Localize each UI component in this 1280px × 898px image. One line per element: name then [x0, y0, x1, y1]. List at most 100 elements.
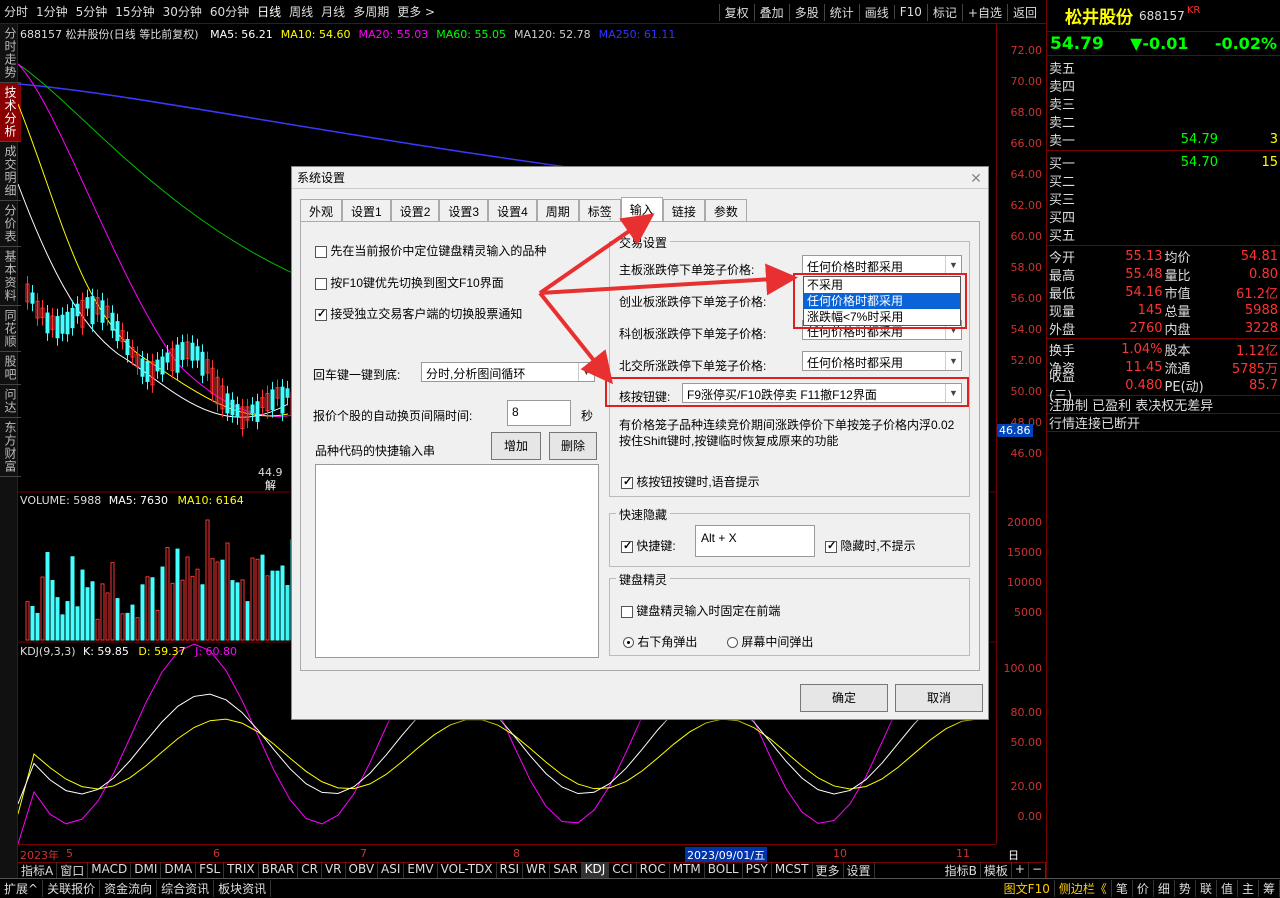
indicator-tab[interactable]: SAR: [550, 862, 582, 879]
close-icon[interactable]: ✕: [967, 169, 985, 187]
tab-3[interactable]: 设置3: [439, 199, 489, 221]
status-right-item[interactable]: 细: [1154, 880, 1175, 897]
status-item[interactable]: 综合资讯: [157, 880, 215, 897]
tab-4[interactable]: 设置4: [488, 199, 537, 221]
period-1[interactable]: 1分钟: [32, 3, 72, 20]
indicator-tab-right[interactable]: 模板: [981, 862, 1012, 879]
voice-option[interactable]: 核按钮按键时,语音提示: [621, 473, 760, 490]
period-9[interactable]: 多周期: [349, 3, 393, 20]
voice-checkbox[interactable]: [621, 475, 633, 489]
tab-1[interactable]: 设置1: [342, 199, 391, 221]
ok-button[interactable]: 确定: [800, 684, 888, 712]
wizard-bottom-right-option[interactable]: 右下角弹出: [623, 633, 697, 650]
tab-5[interactable]: 周期: [536, 199, 579, 221]
indicator-tab[interactable]: CR: [298, 862, 322, 879]
period-10[interactable]: 更多 >: [393, 3, 439, 20]
delete-button[interactable]: 删除: [549, 432, 597, 460]
indicator-tab[interactable]: 设置: [844, 862, 875, 879]
status-item[interactable]: 扩展^: [0, 880, 44, 897]
indicator-tab[interactable]: BRAR: [259, 862, 299, 879]
indicator-tab[interactable]: ASI: [378, 862, 405, 879]
tab-6[interactable]: 标签: [578, 199, 621, 221]
indicator-tab[interactable]: CCI: [609, 862, 637, 879]
period-6[interactable]: 日线: [253, 3, 285, 20]
indicator-tab[interactable]: KDJ: [581, 862, 610, 879]
add-button[interactable]: 增加: [491, 432, 541, 460]
indicator-tab[interactable]: MACD: [88, 862, 132, 879]
cancel-button[interactable]: 取消: [895, 684, 983, 712]
opt-notify-checkbox[interactable]: [315, 307, 327, 321]
indicator-tab[interactable]: MCST: [772, 862, 813, 879]
opt-notify[interactable]: 接受独立交易客户端的切换股票通知: [315, 305, 522, 322]
status-item[interactable]: 关联报价: [43, 880, 101, 897]
indicator-tab-right[interactable]: −: [1029, 862, 1046, 879]
indicator-tab[interactable]: OBV: [346, 862, 379, 879]
status-right-item[interactable]: 值: [1217, 880, 1238, 897]
no-prompt-option[interactable]: 隐藏时,不提示: [825, 537, 916, 554]
indicator-tab[interactable]: MTM: [670, 862, 705, 879]
status-right-item[interactable]: 图文F10: [1000, 880, 1055, 897]
indicator-tab[interactable]: WR: [523, 862, 551, 879]
status-item[interactable]: 板块资讯: [214, 880, 272, 897]
tool-3[interactable]: 统计: [823, 3, 859, 21]
wizard-bottom-right-radio[interactable]: [623, 637, 634, 649]
status-right-item[interactable]: 联: [1196, 880, 1217, 897]
period-2[interactable]: 5分钟: [72, 3, 112, 20]
period-7[interactable]: 周线: [285, 3, 317, 20]
indicator-tab-right[interactable]: +: [1012, 862, 1029, 879]
indicator-tab[interactable]: ROC: [637, 862, 670, 879]
indicator-tab[interactable]: 指标A: [18, 862, 58, 879]
period-4[interactable]: 30分钟: [159, 3, 206, 20]
indicator-tab[interactable]: PSY: [743, 862, 772, 879]
hide-hotkey-option[interactable]: 快捷键:: [621, 537, 676, 554]
tab-0[interactable]: 外观: [300, 199, 343, 221]
opt-locate[interactable]: 先在当前报价中定位键盘精灵输入的品种: [315, 242, 546, 259]
wizard-center-radio[interactable]: [727, 637, 738, 649]
tool-2[interactable]: 多股: [788, 3, 824, 21]
status-right-item[interactable]: 势: [1175, 880, 1196, 897]
opt-f10-checkbox[interactable]: [315, 277, 327, 290]
indicator-tab[interactable]: 更多: [813, 862, 844, 879]
period-5[interactable]: 60分钟: [206, 3, 253, 20]
status-right-item[interactable]: 价: [1133, 880, 1154, 897]
tool-5[interactable]: F10: [893, 5, 927, 19]
no-prompt-checkbox[interactable]: [825, 539, 837, 553]
wizard-center-option[interactable]: 屏幕中间弹出: [727, 633, 813, 650]
hide-hotkey-input[interactable]: Alt + X: [695, 525, 815, 557]
indicator-tab-right[interactable]: 指标B: [942, 862, 981, 879]
quick-input-list[interactable]: [315, 464, 599, 658]
period-8[interactable]: 月线: [317, 3, 349, 20]
bj-select[interactable]: 任何价格时都采用 ▼: [802, 351, 962, 371]
indicator-tab[interactable]: DMA: [161, 862, 197, 879]
tool-8[interactable]: 返回: [1006, 3, 1042, 21]
indicator-tab[interactable]: BOLL: [705, 862, 743, 879]
wizard-fixed-checkbox[interactable]: [621, 605, 633, 618]
indicator-tab[interactable]: RSI: [497, 862, 524, 879]
hotkey-select[interactable]: F9涨停买/F10跌停卖 F11撤F12界面 ▼: [682, 383, 962, 403]
status-right-item[interactable]: 主: [1238, 880, 1259, 897]
tool-1[interactable]: 叠加: [753, 3, 789, 21]
status-item[interactable]: 资金流向: [100, 880, 158, 897]
indicator-tab[interactable]: EMV: [404, 862, 438, 879]
opt-locate-checkbox[interactable]: [315, 245, 327, 258]
interval-input[interactable]: 8: [507, 400, 571, 426]
tab-8[interactable]: 链接: [662, 199, 705, 221]
indicator-tab[interactable]: VOL-TDX: [438, 862, 497, 879]
enter-select[interactable]: 分时,分析图间循环 ▼: [421, 362, 595, 382]
indicator-tab[interactable]: 窗口: [57, 862, 89, 879]
indicator-tab[interactable]: VR: [322, 862, 346, 879]
opt-f10[interactable]: 按F10键优先切换到图文F10界面: [315, 274, 504, 291]
indicator-tab[interactable]: TRIX: [224, 862, 259, 879]
tool-6[interactable]: 标记: [926, 3, 962, 21]
period-0[interactable]: 分时: [0, 3, 32, 20]
tab-9[interactable]: 参数: [704, 199, 747, 221]
tab-2[interactable]: 设置2: [390, 199, 440, 221]
indicator-tab[interactable]: FSL: [196, 862, 225, 879]
period-3[interactable]: 15分钟: [111, 3, 158, 20]
wizard-fixed-option[interactable]: 键盘精灵输入时固定在前端: [621, 602, 780, 619]
status-right-item[interactable]: 侧边栏《: [1055, 880, 1112, 897]
tool-7[interactable]: +自选: [961, 3, 1007, 21]
status-right-item[interactable]: 笔: [1112, 880, 1133, 897]
tool-0[interactable]: 复权: [718, 3, 754, 21]
indicator-tab[interactable]: DMI: [131, 862, 162, 879]
